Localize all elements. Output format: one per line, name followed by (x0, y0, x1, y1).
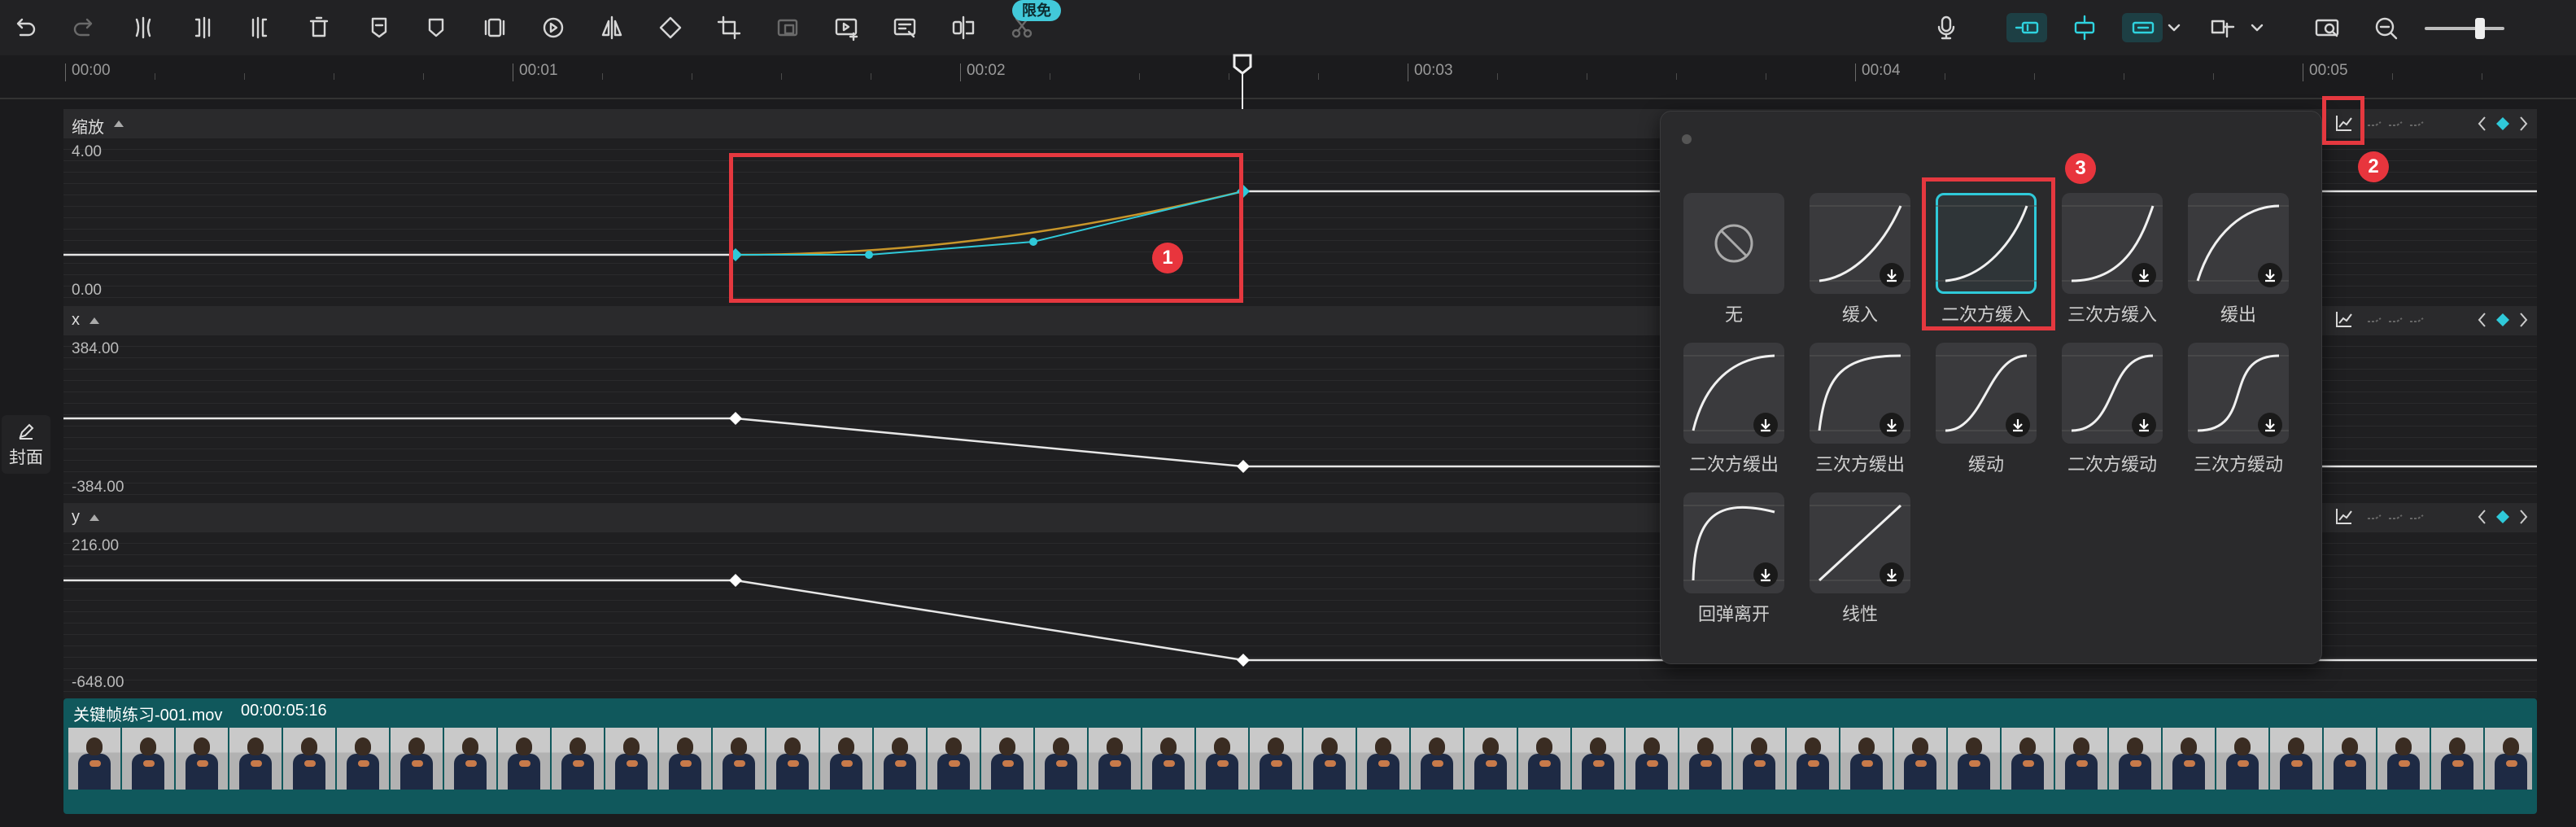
clip-thumbnail (1572, 728, 1624, 790)
download-icon[interactable] (2258, 413, 2282, 437)
clip-thumbnail (1518, 728, 1570, 790)
keyframe-point[interactable] (1237, 654, 1250, 667)
curve-preset-back-out[interactable] (1683, 492, 1784, 593)
clip-thumbnail (659, 728, 711, 790)
keyframe-point[interactable] (729, 574, 742, 587)
clip-thumbnail (605, 728, 657, 790)
curve-preset-label: 二次方缓动 (2067, 454, 2157, 475)
download-icon[interactable] (2006, 413, 2030, 437)
curve-preset-label: 二次方缓出 (1688, 454, 1779, 475)
curve-preset-ease-in[interactable] (1810, 193, 1910, 294)
curve-preset-quad-out[interactable] (1683, 343, 1784, 444)
clip-thumbnail (1411, 728, 1463, 790)
curve-preset-cubic-in-out[interactable] (2188, 343, 2289, 444)
curve-preset-label: 缓入 (1841, 304, 1878, 325)
curve-preset-label: 缓动 (1967, 454, 2004, 475)
curve-preset-cubic-in[interactable] (2062, 193, 2163, 294)
lane-curve-toolbar[interactable] (2329, 504, 2532, 530)
clip-thumbnail (2431, 728, 2483, 790)
clip-thumbnail (337, 728, 389, 790)
clip-thumbnail (498, 728, 550, 790)
download-icon[interactable] (1753, 413, 1778, 437)
clip-thumbnail (1089, 728, 1141, 790)
clip-thumbnail (981, 728, 1033, 790)
clip-thumbnail (1948, 728, 2000, 790)
keyframe-point[interactable] (1237, 460, 1250, 473)
clip-thumbnail (283, 728, 335, 790)
none-icon (1714, 224, 1753, 263)
clip-duration: 00:00:05:16 (241, 702, 327, 720)
y-curve (735, 579, 1244, 662)
annotation-box-curve-button (2322, 96, 2364, 145)
x-curve (735, 417, 1244, 468)
download-icon[interactable] (1880, 263, 1904, 287)
clip-thumbnail (1626, 728, 1678, 790)
curve-preset-label: 线性 (1841, 604, 1878, 624)
curve-preset-none[interactable] (1683, 193, 1784, 294)
download-icon[interactable] (1880, 413, 1904, 437)
curve-preset-cubic-out[interactable] (1810, 343, 1910, 444)
clip-thumbnail (2377, 728, 2430, 790)
clip-thumbnail (766, 728, 819, 790)
clip-thumbnail (1894, 728, 1946, 790)
curve-preset-linear[interactable] (1810, 492, 1910, 593)
clip-thumbnail (1733, 728, 1785, 790)
curve-preset-label: 无 (1724, 304, 1743, 325)
clip-thumbnail (552, 728, 604, 790)
clip-thumbnail (2485, 728, 2532, 790)
lane-curve-toolbar[interactable] (2329, 307, 2532, 333)
download-icon[interactable] (2132, 413, 2156, 437)
clip-thumbnail (874, 728, 926, 790)
annotation-box-preset (1922, 177, 2055, 330)
video-clip[interactable]: 关键帧练习-001.mov 00:00:05:16 (63, 698, 2537, 814)
clip-thumbnail (1035, 728, 1087, 790)
keyframe-point[interactable] (729, 412, 742, 425)
clip-thumbnail (2109, 728, 2161, 790)
clip-thumbnail (1787, 728, 1839, 790)
popup-handle-dot (1682, 134, 1692, 144)
annotation-badge: 1 (1152, 243, 1183, 273)
clip-thumbnail (1250, 728, 1302, 790)
clip-thumbnail (2002, 728, 2054, 790)
clip-thumbnail (820, 728, 872, 790)
clip-thumbnail (176, 728, 228, 790)
clip-thumbnail (229, 728, 282, 790)
clip-thumbnail (122, 728, 174, 790)
clip-thumbnail (1357, 728, 1409, 790)
curve-preset-label: 缓出 (2220, 304, 2256, 325)
clip-title: 关键帧练习-001.mov (73, 707, 223, 724)
clip-thumbnail (1679, 728, 1731, 790)
curve-preset-label: 三次方缓动 (2193, 454, 2283, 475)
clip-thumbnail (2163, 728, 2215, 790)
clip-thumbnail (1142, 728, 1194, 790)
curve-preset-label: 三次方缓入 (2067, 304, 2157, 325)
download-icon[interactable] (2258, 263, 2282, 287)
annotation-badge: 2 (2358, 151, 2389, 182)
download-icon[interactable] (1753, 562, 1778, 587)
clip-thumbnail (713, 728, 765, 790)
download-icon[interactable] (2132, 263, 2156, 287)
clip-thumbnail (68, 728, 120, 790)
annotation-badge: 3 (2065, 153, 2096, 184)
clip-thumbnail (1840, 728, 1893, 790)
clip-thumbnail (928, 728, 980, 790)
clip-thumbnail (2055, 728, 2107, 790)
curve-preset-label: 三次方缓出 (1814, 454, 1905, 475)
annotation-box-curve (729, 153, 1243, 303)
clip-thumbnail (444, 728, 496, 790)
curve-preset-quad-in-out[interactable] (2062, 343, 2163, 444)
curve-preset-ease-in-out[interactable] (1936, 343, 2037, 444)
clip-thumbnail (391, 728, 443, 790)
clip-thumbnail (1465, 728, 1517, 790)
clip-thumbnail (1303, 728, 1356, 790)
clip-thumbnail (1196, 728, 1248, 790)
curve-preset-label: 回弹离开 (1697, 604, 1770, 624)
curve-preset-ease-out[interactable] (2188, 193, 2289, 294)
clip-thumbnail (2324, 728, 2376, 790)
clip-thumbnail (2270, 728, 2322, 790)
download-icon[interactable] (1880, 562, 1904, 587)
clip-thumbnail (2216, 728, 2268, 790)
clip-thumbnails (68, 728, 2532, 790)
